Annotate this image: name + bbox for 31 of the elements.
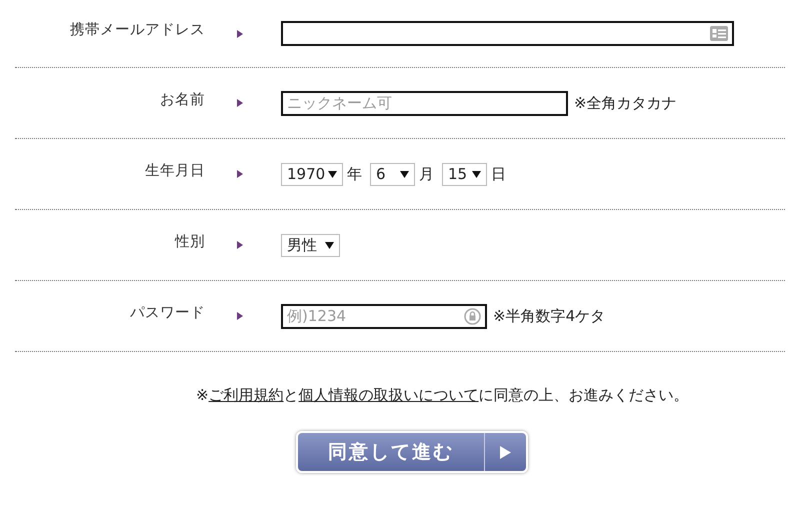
caret-icon [328,170,337,178]
arrow-icon [237,241,243,249]
field-label: 生年月日 [144,162,205,180]
select-field[interactable]: 1970 [281,162,343,186]
arrow-icon [237,99,243,107]
field-label: パスワード [129,304,205,322]
select-field[interactable]: 男性 [281,234,340,256]
field-label: 性別 [174,232,205,250]
play-icon [500,446,511,458]
arrow-icon [237,170,243,178]
arrow-icon [237,30,243,38]
caret-icon [325,242,334,248]
field-label: お名前 [159,90,205,108]
caret-icon [400,170,409,178]
field-note: ※全角カタカナ [574,94,677,112]
agreement-text: ※ご利用規約 と個人情報の取扱いについてに同意の上、お進みください。 [196,386,690,405]
field-label: 携帯メールアドレス [69,21,205,39]
contact-card-icon [710,26,728,41]
unit-label: 年 [347,164,362,184]
submit-button[interactable]: 同意して進む [296,431,528,473]
field-note: ※半角数字4ケタ [493,306,606,326]
terms-link[interactable]: 個人情報の取扱いについて [298,386,479,404]
unit-label: 日 [491,164,506,184]
arrow-icon [237,312,243,320]
select-field[interactable]: 15 [442,162,487,186]
terms-link[interactable]: ご利用規約 [208,386,284,404]
unit-label: 月 [419,164,434,184]
input-field[interactable] [281,21,734,46]
caret-icon [472,170,481,178]
lock-icon [464,308,481,324]
select-field[interactable]: 6 [370,162,415,186]
